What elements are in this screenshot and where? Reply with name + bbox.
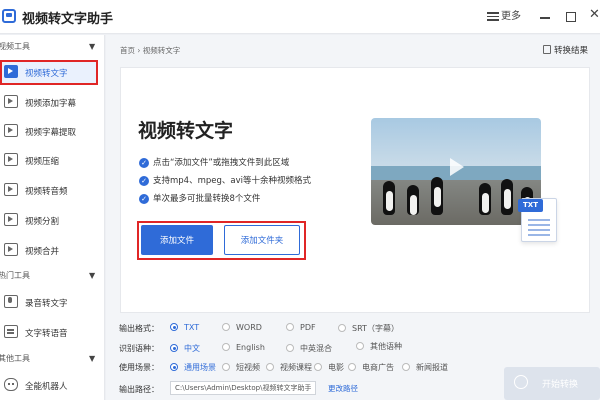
video-subtitle-icon (4, 95, 18, 108)
sidebar-item-label: 文字转语音 (25, 329, 68, 339)
sidebar-item-label: 录音转文字 (25, 299, 68, 309)
section-title: 热门工具 (0, 271, 30, 280)
robot-icon (4, 378, 18, 391)
subtitle-extract-icon (4, 124, 18, 137)
change-path-link[interactable]: 更改路径 (328, 383, 358, 394)
sidebar-item-label: 视频添加字幕 (25, 99, 77, 109)
sidebar-item-label: 视频转文字 (25, 69, 68, 79)
sidebar-item-subtitle-extract[interactable]: 视频字幕提取 (0, 119, 98, 144)
feature-text: 单次最多可批量转换8个文件 (153, 194, 261, 204)
sidebar-item-label: 视频字幕提取 (25, 128, 77, 138)
radio-lang-mixed[interactable]: 中英混合 (286, 343, 332, 354)
conversion-results-button[interactable]: 转换结果 (554, 44, 588, 56)
chevron-down-icon: ▼ (89, 354, 96, 363)
sidebar-item-label: 全能机器人 (25, 382, 68, 392)
close-icon[interactable]: ✕ (589, 8, 600, 22)
sidebar-item-add-subtitle[interactable]: 视频添加字幕 (0, 90, 98, 115)
text-speech-icon (4, 325, 18, 338)
video-preview-image (371, 118, 541, 225)
sidebar-section-video-tools[interactable]: 视频工具 ▼ (0, 39, 104, 55)
check-icon: ✓ (139, 157, 149, 168)
start-convert-label: 开始转换 (541, 380, 578, 390)
feature-text: 点击“添加文件”或拖拽文件到此区域 (153, 158, 290, 168)
sidebar-item-audio-to-text[interactable]: 录音转文字 (0, 290, 98, 315)
language-label: 识别语种： (119, 344, 159, 353)
sidebar-section-other-tools[interactable]: 其他工具 ▼ (0, 351, 104, 367)
breadcrumb: 首页 › 视频转文字 (120, 46, 181, 55)
penguin (479, 183, 491, 215)
txt-badge: TXT (518, 199, 543, 212)
output-path-label: 输出路径： (119, 385, 159, 394)
radio-scene-movie[interactable]: 电影 (314, 362, 344, 373)
title-bar: 视频转文字助手 更多 ✕ (0, 0, 600, 34)
penguin (431, 177, 443, 215)
app-title: 视频转文字助手 (22, 12, 114, 27)
play-icon (450, 158, 464, 176)
add-file-button[interactable]: 添加文件 (141, 225, 213, 255)
chevron-down-icon: ▼ (89, 271, 96, 280)
sidebar-item-label: 视频合并 (25, 247, 60, 257)
feature-item: ✓ 支持mp4、mpeg、avi等十余种视频格式 (139, 174, 311, 186)
video-audio-icon (4, 183, 18, 196)
file-icon (543, 45, 551, 54)
hero-title: 视频转文字 (138, 120, 234, 142)
sidebar-item-label: 视频压缩 (25, 157, 60, 167)
sidebar-item-label: 视频转音频 (25, 187, 68, 197)
feature-item: ✓ 单次最多可批量转换8个文件 (139, 192, 260, 204)
menu-icon[interactable] (487, 10, 499, 24)
radio-scene-course[interactable]: 视频课程 (266, 362, 312, 373)
sidebar-item-video-to-text[interactable]: 视频转文字 (0, 60, 98, 85)
maximize-icon[interactable] (566, 12, 576, 22)
convert-icon (514, 375, 528, 389)
output-format-label: 输出格式： (119, 324, 159, 333)
drop-zone[interactable]: 视频转文字 ✓ 点击“添加文件”或拖拽文件到此区域 ✓ 支持mp4、mpeg、avi… (120, 67, 590, 313)
video-text-icon (4, 65, 18, 78)
minimize-icon[interactable] (540, 10, 550, 24)
sidebar-section-hot-tools[interactable]: 热门工具 ▼ (0, 268, 104, 284)
radio-lang-other[interactable]: 其他语种 (356, 341, 402, 352)
compress-icon (4, 153, 18, 166)
feature-text: 支持mp4、mpeg、avi等十余种视频格式 (153, 176, 311, 186)
radio-scene-short-video[interactable]: 短视频 (222, 362, 260, 373)
radio-scene-general[interactable]: 通用场景 (170, 362, 216, 373)
sidebar-item-merge[interactable]: 视频合并 (0, 238, 98, 263)
more-menu-button[interactable]: 更多 (501, 10, 521, 24)
main-area: 首页 › 视频转文字 转换结果 视频转文字 ✓ 点击“添加文件”或拖拽文件到此区域… (106, 35, 600, 400)
penguin (407, 185, 419, 215)
radio-lang-chinese[interactable]: 中文 (170, 343, 200, 354)
penguin (383, 181, 395, 215)
radio-format-txt[interactable]: TXT (170, 323, 199, 332)
sidebar-item-compress[interactable]: 视频压缩 (0, 148, 98, 173)
mic-icon (4, 295, 18, 308)
feature-item: ✓ 点击“添加文件”或拖拽文件到此区域 (139, 156, 289, 168)
radio-format-srt[interactable]: SRT（字幕） (338, 323, 399, 334)
add-folder-button[interactable]: 添加文件夹 (224, 225, 300, 255)
app-logo-icon (2, 9, 16, 23)
split-icon (4, 213, 18, 226)
sidebar-item-robot[interactable]: 全能机器人 (0, 373, 98, 398)
sidebar-item-text-to-speech[interactable]: 文字转语音 (0, 320, 98, 345)
merge-icon (4, 243, 18, 256)
radio-scene-news[interactable]: 新闻报道 (402, 362, 448, 373)
output-path-field[interactable] (170, 381, 316, 395)
section-title: 其他工具 (0, 354, 30, 363)
penguin (501, 179, 513, 215)
section-title: 视频工具 (0, 42, 30, 51)
check-icon: ✓ (139, 193, 149, 204)
radio-format-pdf[interactable]: PDF (286, 323, 316, 332)
check-icon: ✓ (139, 175, 149, 186)
sidebar-item-split[interactable]: 视频分割 (0, 208, 98, 233)
sidebar: 视频工具 ▼ 视频转文字 视频添加字幕 视频字幕提取 视频压缩 视频转音频 视频… (0, 35, 105, 400)
radio-format-word[interactable]: WORD (222, 323, 262, 332)
radio-scene-ecommerce[interactable]: 电商广告 (348, 362, 394, 373)
sidebar-item-label: 视频分割 (25, 217, 60, 227)
chevron-down-icon: ▼ (89, 42, 96, 51)
radio-lang-english[interactable]: English (222, 343, 265, 352)
sidebar-item-video-to-audio[interactable]: 视频转音频 (0, 178, 98, 203)
scene-label: 使用场景： (119, 363, 159, 372)
